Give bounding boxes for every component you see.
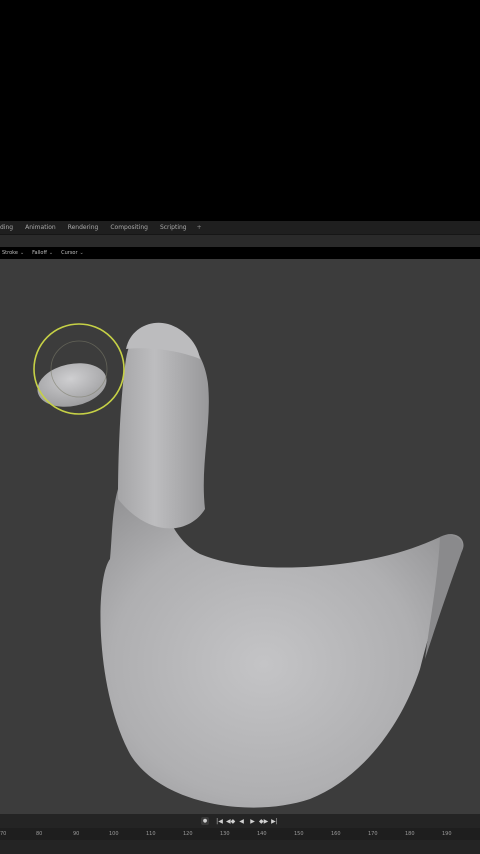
stroke-dropdown[interactable]: Stroke ⌄ (2, 250, 24, 256)
cursor-dropdown[interactable]: Cursor ⌄ (61, 250, 84, 256)
cursor-label: Cursor (61, 250, 78, 256)
frame-tick: 100 (109, 831, 119, 837)
frame-tick: 190 (442, 831, 452, 837)
transport-buttons: |◀ ◀◆ ◀ ▶ ◆▶ ▶| (215, 818, 279, 825)
frame-tick: 120 (183, 831, 193, 837)
frame-ruler[interactable]: 70 80 90 100 110 120 130 140 150 160 170… (0, 828, 480, 840)
frame-tick: 110 (146, 831, 156, 837)
timeline-panel: ● |◀ ◀◆ ◀ ▶ ◆▶ ▶| 70 80 90 100 110 120 1… (0, 814, 480, 854)
next-keyframe-button[interactable]: ◆▶ (259, 818, 268, 825)
prev-keyframe-button[interactable]: ◀◆ (226, 818, 235, 825)
add-workspace-button[interactable]: + (193, 224, 206, 231)
tab-scripting[interactable]: Scripting (154, 224, 193, 231)
chevron-down-icon: ⌄ (48, 250, 54, 256)
frame-tick: 140 (257, 831, 267, 837)
frame-tick: 80 (36, 831, 43, 837)
chevron-down-icon: ⌄ (19, 250, 25, 256)
falloff-dropdown[interactable]: Falloff ⌄ (32, 250, 53, 256)
play-reverse-button[interactable]: ◀ (237, 818, 246, 825)
letterbox-top (0, 0, 480, 221)
header-toolbar (0, 235, 480, 247)
frame-tick: 160 (331, 831, 341, 837)
3d-viewport[interactable] (0, 259, 480, 814)
frame-tick: 90 (73, 831, 80, 837)
frame-tick: 150 (294, 831, 304, 837)
falloff-label: Falloff (32, 250, 47, 256)
frame-tick: 70 (0, 831, 7, 837)
workspace-tab-bar: ding Animation Rendering Compositing Scr… (0, 221, 480, 235)
playback-controls: ● |◀ ◀◆ ◀ ▶ ◆▶ ▶| (0, 814, 480, 828)
viewport-canvas[interactable] (0, 259, 480, 814)
sculpt-body-mesh (100, 489, 464, 808)
jump-start-button[interactable]: |◀ (215, 818, 224, 825)
tab-animation[interactable]: Animation (19, 224, 62, 231)
tab-sculpting[interactable]: ding (0, 224, 19, 231)
frame-tick: 170 (368, 831, 378, 837)
frame-tick: 130 (220, 831, 230, 837)
keyframe-dot-icon[interactable]: ● (201, 817, 209, 825)
stroke-label: Stroke (2, 250, 18, 256)
play-button[interactable]: ▶ (248, 818, 257, 825)
sculpt-beak-mesh (37, 363, 107, 407)
tab-rendering[interactable]: Rendering (62, 224, 105, 231)
jump-end-button[interactable]: ▶| (270, 818, 279, 825)
frame-tick: 180 (405, 831, 415, 837)
tool-settings-bar: Stroke ⌄ Falloff ⌄ Cursor ⌄ (0, 247, 480, 259)
chevron-down-icon: ⌄ (79, 250, 84, 256)
tab-compositing[interactable]: Compositing (104, 224, 154, 231)
